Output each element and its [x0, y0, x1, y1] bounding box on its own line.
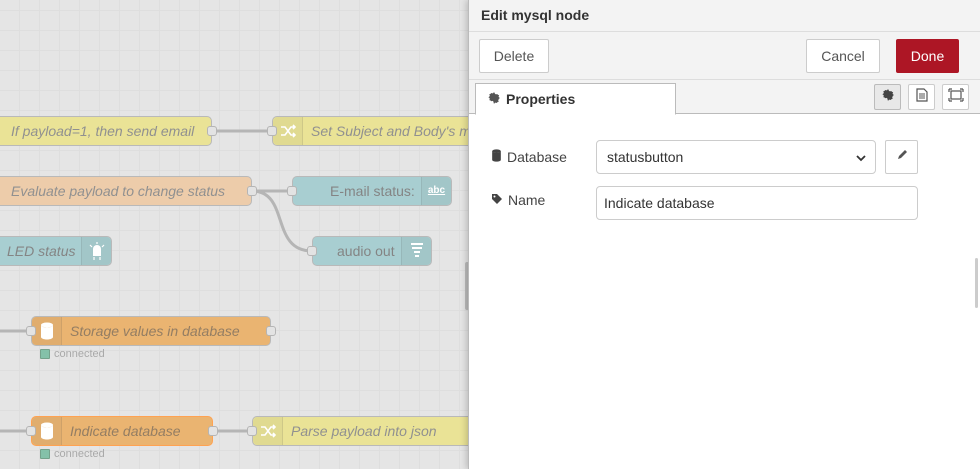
input-port[interactable] — [26, 326, 36, 336]
output-port[interactable] — [266, 326, 276, 336]
email-node[interactable]: E-mail status: abc — [287, 176, 452, 206]
abc-icon: abc — [421, 177, 451, 205]
node-description-button[interactable] — [908, 84, 935, 110]
node-label: LED status — [7, 243, 76, 259]
json-node-parse[interactable]: Parse payload into json — [247, 416, 468, 446]
status-text: connected — [54, 348, 105, 360]
database-icon — [32, 317, 62, 345]
node-label: Set Subject and Body's m — [311, 123, 468, 139]
tab-label: Properties — [506, 91, 576, 107]
audio-wave-icon — [401, 237, 431, 265]
node-label: Parse payload into json — [291, 423, 437, 439]
switch-node-if-payload[interactable]: If payload=1, then send email — [0, 116, 217, 146]
input-port[interactable] — [307, 246, 317, 256]
input-port[interactable] — [287, 186, 297, 196]
edit-database-button[interactable] — [885, 140, 918, 174]
node-label: audio out — [337, 243, 395, 259]
led-icon — [81, 237, 111, 265]
shuffle-icon — [253, 417, 283, 445]
tray-tab-bar: Properties — [469, 80, 980, 115]
function-node-evaluate[interactable]: Evaluate payload to change status — [0, 176, 257, 206]
flow-workspace[interactable]: If payload=1, then send email Set Subjec… — [0, 0, 468, 469]
shuffle-icon — [273, 117, 303, 145]
node-label: E-mail status: — [330, 183, 415, 199]
database-label-text: Database — [507, 149, 567, 165]
input-port[interactable] — [267, 126, 277, 136]
node-label: Indicate database — [70, 423, 181, 439]
mysql-node-indicate[interactable]: Indicate database — [26, 416, 218, 446]
tray-toolbar: Delete Cancel Done — [469, 32, 980, 80]
flow-wires — [0, 129, 313, 433]
node-label: If payload=1, then send email — [11, 123, 195, 139]
name-label-text: Name — [508, 192, 546, 208]
node-label: Storage values in database — [70, 323, 240, 339]
tray-title: Edit mysql node — [469, 0, 980, 32]
led-status-node[interactable]: LED status — [0, 236, 112, 266]
output-port[interactable] — [208, 426, 218, 436]
tray-scrollbar[interactable] — [975, 258, 978, 308]
done-button[interactable]: Done — [896, 39, 959, 73]
status-text: connected — [54, 448, 105, 460]
status-dot — [40, 349, 50, 359]
change-node-set-subject[interactable]: Set Subject and Body's m — [267, 116, 468, 146]
input-port[interactable] — [247, 426, 257, 436]
database-label: Database — [491, 140, 567, 174]
name-input[interactable]: Indicate database — [596, 186, 918, 220]
tab-properties[interactable]: Properties — [475, 83, 676, 115]
status-dot — [40, 449, 50, 459]
name-row: Name Indicate database — [469, 186, 980, 220]
database-select[interactable]: statusbutton — [596, 140, 876, 174]
output-port[interactable] — [207, 126, 217, 136]
frame-icon — [947, 87, 964, 107]
node-label: Evaluate payload to change status — [11, 183, 226, 199]
node-appearance-button[interactable] — [942, 84, 969, 110]
database-select-value: statusbutton — [607, 149, 684, 165]
input-port[interactable] — [26, 426, 36, 436]
output-port[interactable] — [247, 186, 257, 196]
node-settings-button[interactable] — [874, 84, 901, 110]
mysql-node-storage[interactable]: Storage values in database — [26, 316, 276, 346]
node-status: connected — [40, 448, 105, 460]
delete-button[interactable]: Delete — [479, 39, 549, 73]
name-label: Name — [491, 183, 545, 217]
pencil-icon — [896, 148, 908, 166]
database-icon — [491, 149, 502, 165]
database-row: Database statusbutton — [469, 140, 980, 174]
tag-icon — [491, 192, 503, 208]
audio-out-node[interactable]: audio out — [307, 236, 432, 266]
node-status: connected — [40, 348, 105, 360]
file-text-icon — [915, 87, 928, 107]
gear-icon — [488, 91, 500, 107]
chevron-down-icon — [855, 151, 867, 167]
database-icon — [32, 417, 62, 445]
edit-tray: Edit mysql node Delete Cancel Done Prope… — [468, 0, 980, 469]
gear-icon — [881, 88, 894, 106]
cancel-button[interactable]: Cancel — [806, 39, 880, 73]
